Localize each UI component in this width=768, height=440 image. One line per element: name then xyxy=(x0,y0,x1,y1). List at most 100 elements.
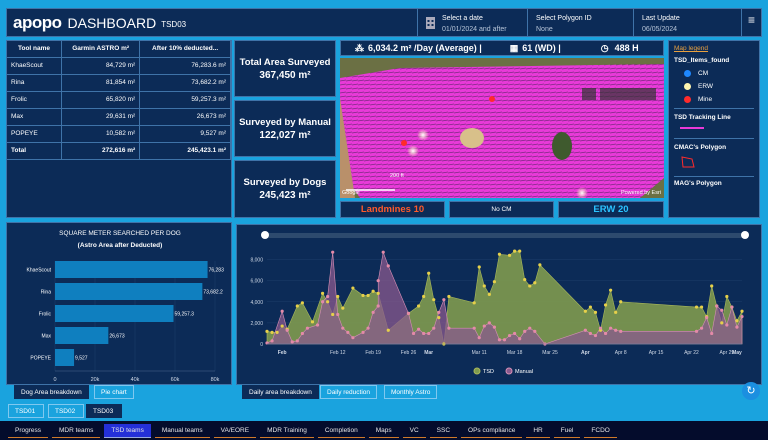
y-tick-label: 4,000 xyxy=(250,300,263,306)
range-slider-track[interactable] xyxy=(265,233,745,238)
line-chart-panel: 0 2,000 4,000 6,000 8,000 Feb Feb 12 Feb 19 Feb … xyxy=(236,224,762,385)
data-point-tsd xyxy=(725,294,729,299)
data-point-manual xyxy=(725,323,729,327)
map-view[interactable]: 200 ft Google Powered by Esri xyxy=(340,58,664,198)
data-point-manual xyxy=(351,336,355,340)
col-header: Tool name xyxy=(7,41,63,58)
nav-progress[interactable]: Progress xyxy=(8,424,49,438)
legend-item-mine: Mine xyxy=(684,96,754,103)
col-header: Garmin ASTRO m² xyxy=(61,41,141,58)
tab-tsd02[interactable]: TSD02 xyxy=(48,404,84,418)
nav-completion[interactable]: Completion xyxy=(317,424,365,438)
legend-section-title: MAG's Polygon xyxy=(674,179,722,187)
data-point-manual xyxy=(472,326,476,330)
data-point-tsd xyxy=(422,294,426,299)
erw-marker[interactable] xyxy=(407,145,419,157)
data-point-tsd xyxy=(497,252,502,256)
col-header: After 10% deducted... xyxy=(139,41,231,58)
data-point-manual xyxy=(366,326,370,330)
x-tick-label: Mar 18 xyxy=(507,350,523,356)
nav-manual-teams[interactable]: Manual teams xyxy=(154,424,210,438)
nav-ops-compliance[interactable]: OPs compliance xyxy=(461,424,523,438)
data-point-tsd xyxy=(376,291,380,295)
x-tick-label: 60k xyxy=(171,377,180,383)
data-point-manual xyxy=(285,328,289,332)
nav-mdr-teams[interactable]: MDR teams xyxy=(52,424,101,438)
data-point-tsd xyxy=(614,310,618,314)
tab-daily-reduction[interactable]: Daily reduction xyxy=(320,385,377,399)
data-point-manual xyxy=(270,339,274,343)
mine-marker[interactable] xyxy=(401,140,407,146)
data-point-tsd xyxy=(341,306,345,310)
nav-maps[interactable]: Maps xyxy=(368,424,399,438)
legend-item-cm: CM xyxy=(684,70,754,77)
data-point-tsd xyxy=(437,316,441,320)
data-point-manual xyxy=(619,329,623,333)
erw-marker[interactable] xyxy=(417,129,429,141)
tab-tsd03[interactable]: TSD03 xyxy=(86,404,122,418)
data-point-tsd xyxy=(735,319,739,323)
nav-ssc[interactable]: SSC xyxy=(429,424,458,438)
refresh-icon[interactable]: ↻ xyxy=(742,382,760,400)
data-point-tsd xyxy=(477,265,481,269)
legend-title: Map legend xyxy=(674,45,708,52)
data-point-tsd xyxy=(482,284,486,288)
data-point-tsd xyxy=(609,288,613,292)
map-attribution-esri: Powered by Esri xyxy=(620,190,661,196)
tab-tsd01[interactable]: TSD01 xyxy=(8,404,44,418)
bar-chart: SQUARE METER SEARCHED PER DOG (Astro Are… xyxy=(27,230,225,383)
x-tick-label: 40k xyxy=(131,377,140,383)
bar xyxy=(55,305,174,322)
data-point-manual xyxy=(416,327,421,331)
data-point-tsd xyxy=(432,298,436,302)
data-point-tsd xyxy=(300,301,304,305)
data-point-manual xyxy=(411,331,416,336)
data-point-manual xyxy=(609,326,613,330)
data-label: 76,283 xyxy=(209,268,225,274)
table-row: Frolic 65,820 m² 59,257.3 m² xyxy=(7,91,231,109)
data-point-manual xyxy=(523,329,527,333)
data-point-tsd xyxy=(699,305,704,309)
tab-daily-area-breakdown[interactable]: Daily area breakdown xyxy=(242,385,319,399)
table-row: POPEYE 10,582 m² 9,527 m² xyxy=(7,125,231,143)
date-selector[interactable]: Select a date 01/01/2024 and after xyxy=(417,9,527,36)
data-point-tsd xyxy=(518,249,522,253)
y-tick-label: 8,000 xyxy=(250,258,263,264)
nav-vc[interactable]: VC xyxy=(402,424,426,438)
data-point-manual xyxy=(694,329,699,333)
erw-icon xyxy=(684,83,691,90)
bar xyxy=(55,283,203,300)
tab-dog-area-breakdown[interactable]: Dog Area breakdown xyxy=(14,385,89,399)
nav-mdr-training[interactable]: MDR Training xyxy=(260,424,314,438)
polygon-selector[interactable]: Select Polygon ID None xyxy=(527,9,633,36)
data-point-manual xyxy=(386,264,390,268)
data-point-tsd xyxy=(447,294,451,299)
data-point-manual xyxy=(295,339,299,343)
data-point-manual xyxy=(513,331,517,336)
data-point-manual xyxy=(487,321,491,325)
tab-monthly-astro[interactable]: Monthly Astro xyxy=(384,385,438,399)
data-point-tsd xyxy=(507,253,512,257)
x-tick-label: Feb 26 xyxy=(401,350,417,356)
data-point-tsd xyxy=(371,289,375,293)
data-point-manual xyxy=(533,329,537,333)
nav-hr[interactable]: HR xyxy=(526,424,550,438)
nav-va-eore[interactable]: VA/EORE xyxy=(213,424,257,438)
range-slider-end-handle[interactable] xyxy=(741,231,749,239)
data-point-manual xyxy=(406,311,411,315)
tab-pie-chart[interactable]: Pie chart xyxy=(94,385,134,399)
nav-fcdo[interactable]: FCDO xyxy=(584,424,617,438)
nav-tsd-teams[interactable]: TSD teams xyxy=(104,423,151,438)
legend-section-title: TSD Tracking Line xyxy=(674,114,731,121)
data-point-tsd xyxy=(386,328,390,332)
map-toolbar[interactable] xyxy=(582,88,656,100)
x-tick-label: Feb 19 xyxy=(365,350,381,356)
data-label: 73,682.2 xyxy=(203,290,223,296)
data-point-manual xyxy=(492,325,496,329)
landmines-count: Landmines 10 xyxy=(340,201,445,218)
data-point-manual xyxy=(361,330,365,334)
mine-marker[interactable] xyxy=(489,96,495,102)
range-slider-start-handle[interactable] xyxy=(261,231,269,239)
nav-fuel[interactable]: Fuel xyxy=(553,424,581,438)
menu-icon[interactable]: ≡ xyxy=(741,9,763,36)
